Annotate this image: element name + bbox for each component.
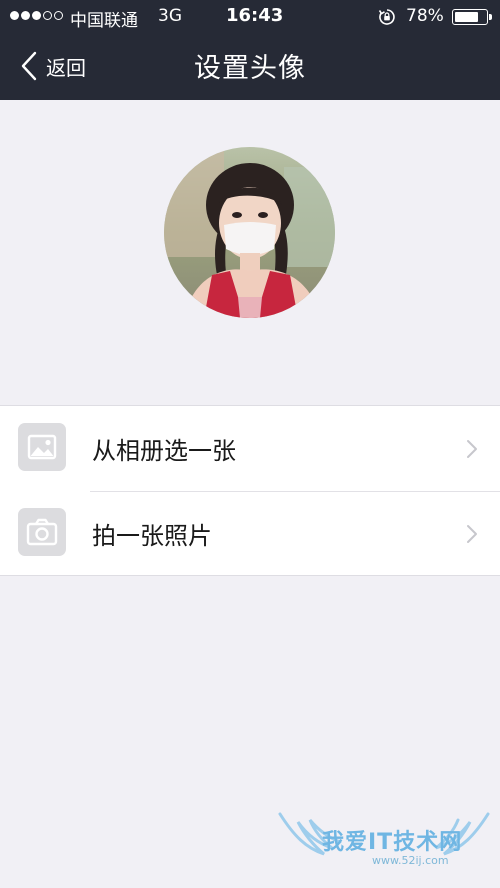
choose-from-album-label: 从相册选一张	[92, 437, 236, 465]
rotation-lock-icon	[378, 9, 395, 25]
status-time: 16:43	[226, 5, 284, 26]
avatar[interactable]	[164, 147, 335, 318]
status-bar: 中国联通 3G 16:43 78%	[0, 0, 500, 34]
watermark-url: www.52ij.com	[372, 854, 449, 867]
watermark-text: 我爱IT技术网	[322, 830, 463, 855]
avatar-image	[164, 147, 335, 318]
top-bar: 中国联通 3G 16:43 78% 返回 设置头像	[0, 0, 500, 100]
page-title: 设置头像	[194, 53, 306, 84]
network-type: 3G	[158, 6, 182, 26]
battery-icon	[452, 9, 492, 25]
take-photo-item[interactable]: 拍一张照片	[0, 491, 500, 576]
site-watermark: 我爱IT技术网 www.52ij.com	[274, 796, 494, 884]
camera-icon	[18, 508, 66, 556]
navigation-bar: 返回 设置头像	[0, 34, 500, 100]
battery-percent: 78%	[406, 6, 444, 26]
carrier-name: 中国联通	[70, 11, 138, 31]
chevron-right-icon	[467, 440, 477, 458]
battery-level	[455, 12, 479, 22]
chevron-right-icon	[467, 525, 477, 543]
take-photo-label: 拍一张照片	[92, 522, 212, 550]
signal-strength-icon	[10, 11, 63, 20]
image-icon	[18, 423, 66, 471]
choose-from-album-item[interactable]: 从相册选一张	[0, 406, 500, 491]
avatar-source-menu: 从相册选一张 拍一张照片	[0, 405, 500, 576]
wings-logo-icon	[278, 812, 490, 856]
